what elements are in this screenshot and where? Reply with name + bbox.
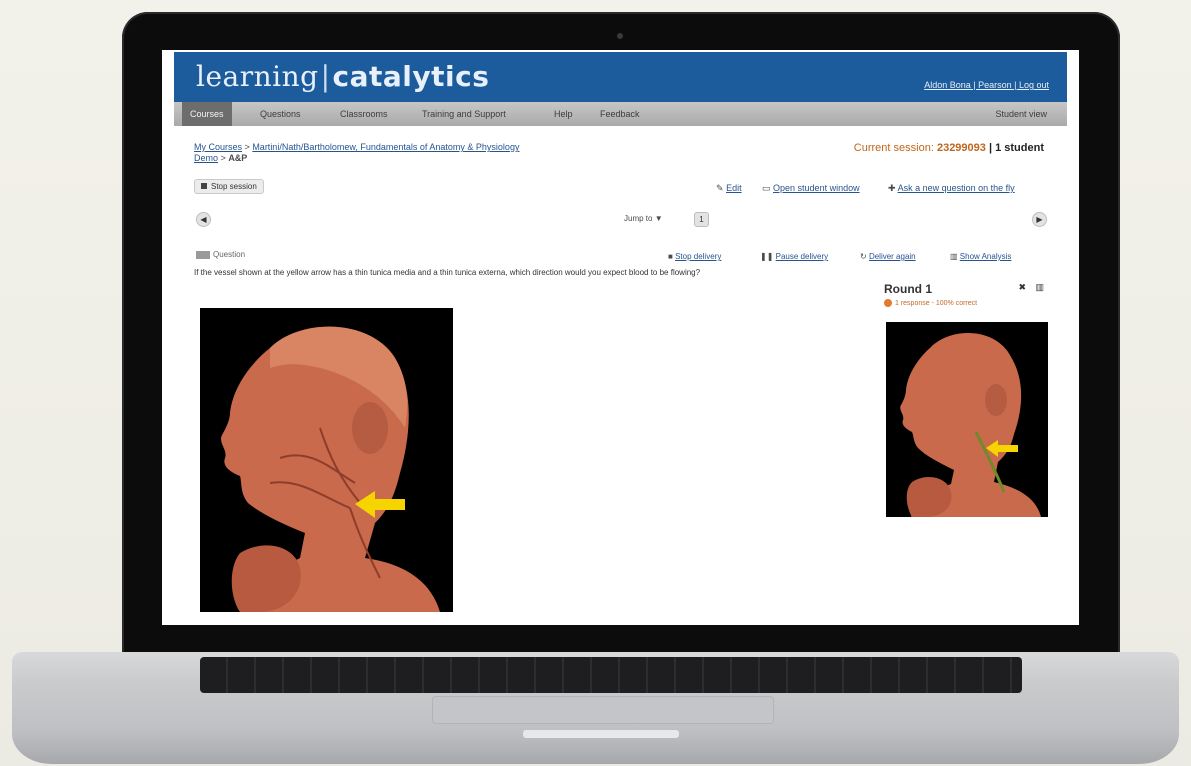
show-analysis-link[interactable]: ▥ Show Analysis	[950, 252, 1011, 261]
anatomy-illustration	[200, 308, 453, 612]
ask-new-question-label: Ask a new question on the fly	[897, 183, 1015, 193]
breadcrumb-current: A&P	[228, 153, 248, 163]
laptop-screen: learning|catalytics Aldon Bona | Pearson…	[162, 50, 1079, 625]
pause-delivery-link[interactable]: ❚❚ Pause delivery	[760, 252, 828, 261]
window-icon: ▭	[762, 183, 771, 193]
stop-session-button[interactable]: Stop session	[194, 179, 264, 194]
breadcrumb: My Courses > Martini/Nath/Bartholomew, F…	[194, 142, 674, 164]
breadcrumb-root[interactable]: My Courses	[194, 142, 242, 152]
session-info: Current session: 23299093 | 1 student	[854, 142, 1044, 154]
question-counter-value: 1	[699, 215, 704, 224]
breadcrumb-course-line2[interactable]: Demo	[194, 153, 218, 163]
round-summary-text: 1 response - 100% correct	[895, 299, 978, 307]
stop-icon	[201, 183, 207, 189]
question-tag: Question	[196, 250, 245, 259]
session-id: 23299093	[936, 142, 986, 154]
keyboard	[200, 657, 1022, 693]
trackpad	[432, 696, 774, 724]
main-content: My Courses > Martini/Nath/Bartholomew, F…	[194, 134, 1054, 614]
response-dot	[884, 299, 892, 307]
logo-word-catalytics: catalytics	[332, 60, 490, 93]
main-nav: Courses Questions Classrooms Training an…	[174, 102, 1067, 126]
edit-icon: ✎	[716, 183, 724, 193]
lid-notch	[523, 730, 679, 738]
prev-icon: ◀	[200, 215, 207, 224]
anatomy-thumbnail-illustration	[886, 322, 1048, 517]
open-student-window-link[interactable]: ▭ Open student window	[762, 183, 860, 194]
anatomy-thumbnail[interactable]	[886, 322, 1048, 517]
round-summary: 1 response - 100% correct	[884, 299, 1046, 307]
prev-button[interactable]: ◀	[196, 212, 211, 227]
edit-link[interactable]: ✎ Edit	[716, 183, 742, 194]
jump-to-select[interactable]: Jump to ▼	[624, 214, 663, 223]
deliver-again-label: Deliver again	[868, 252, 916, 261]
next-button[interactable]: ▶	[1032, 212, 1047, 227]
stop-session-label: Stop session	[211, 182, 257, 191]
jump-label: Jump to	[624, 214, 653, 223]
ask-new-question-link[interactable]: ✚ Ask a new question on the fly	[888, 183, 1015, 194]
user-links[interactable]: Aldon Bona | Pearson | Log out	[924, 80, 1049, 90]
square-icon: ■	[668, 252, 673, 261]
question-tag-label: Question	[213, 250, 246, 259]
nav-training-support[interactable]: Training and Support	[414, 102, 514, 126]
refresh-icon: ↻	[860, 252, 867, 261]
question-tag-icon	[196, 250, 210, 259]
deliver-again-link[interactable]: ↻ Deliver again	[860, 252, 916, 261]
nav-feedback[interactable]: Feedback	[592, 102, 648, 126]
plus-icon: ✚	[888, 183, 896, 193]
breadcrumb-course[interactable]: Martini/Nath/Bartholomew, Fundamentals o…	[252, 142, 519, 152]
stop-delivery-label: Stop delivery	[675, 252, 722, 261]
nav-courses[interactable]: Courses	[182, 102, 232, 126]
nav-help[interactable]: Help	[546, 102, 581, 126]
chevron-down-icon: ▼	[654, 214, 663, 223]
student-view-link[interactable]: Student view	[987, 102, 1055, 126]
nav-questions[interactable]: Questions	[252, 102, 309, 126]
camera-icon	[617, 33, 623, 39]
breadcrumb-sep: >	[244, 142, 250, 152]
pause-delivery-label: Pause delivery	[775, 252, 829, 261]
show-analysis-label: Show Analysis	[959, 252, 1012, 261]
pause-icon: ❚❚	[760, 252, 774, 261]
edit-label: Edit	[726, 183, 742, 193]
session-label: Current session:	[853, 142, 934, 154]
close-icon[interactable]: ✖	[1018, 282, 1026, 293]
logo-word-learning: learning	[196, 60, 319, 93]
brand-header: learning|catalytics Aldon Bona | Pearson…	[174, 52, 1067, 102]
user-links-text[interactable]: Aldon Bona | Pearson | Log out	[924, 80, 1049, 90]
breadcrumb-sep-2: >	[220, 153, 226, 163]
next-icon: ▶	[1036, 215, 1043, 224]
app-logo[interactable]: learning|catalytics	[196, 60, 489, 93]
open-student-window-label: Open student window	[773, 183, 860, 193]
nav-classrooms[interactable]: Classrooms	[332, 102, 396, 126]
chart-icon: ▥	[950, 252, 958, 261]
question-text: If the vessel shown at the yellow arrow …	[194, 268, 701, 277]
session-student-count: | 1 student	[988, 142, 1044, 154]
round-panel: Round 1 ✖ ▥ 1 response - 100% correct	[884, 282, 1046, 307]
anatomy-image	[200, 308, 453, 612]
stop-delivery-link[interactable]: ■ Stop delivery	[668, 252, 721, 261]
question-counter[interactable]: 1	[694, 212, 709, 227]
chart-icon-small[interactable]: ▥	[1035, 282, 1044, 293]
